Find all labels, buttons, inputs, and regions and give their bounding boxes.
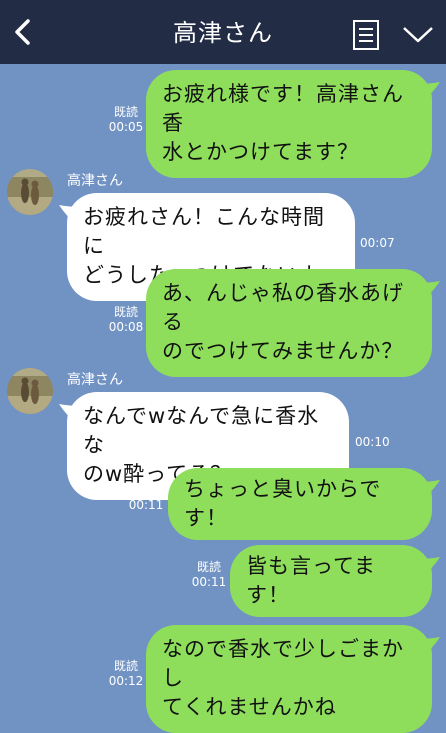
avatar[interactable] [7, 169, 53, 215]
chevron-down-icon [403, 27, 433, 43]
message-text: お疲れ様です！高津さん香 [162, 82, 404, 135]
read-status: 既読 00:11 [191, 560, 227, 590]
bubble-tail [59, 205, 83, 225]
message-text: なんでwなんで急に香水な [83, 404, 320, 457]
message-text: お疲れさん！こんな時間に [83, 205, 325, 258]
read-status: 既読 00:11 [128, 483, 164, 513]
message-time: 00:10 [355, 435, 390, 449]
message-time: 00:08 [108, 320, 144, 334]
message-text: なので香水で少しごまかし [162, 637, 404, 690]
sender-name: 高津さん [67, 173, 123, 189]
read-status: 既読 00:08 [108, 305, 144, 335]
read-label: 既読 [133, 483, 158, 497]
message-text: ちょっと臭いからです！ [184, 477, 382, 530]
message-text: あ、んじゃ私の香水あげる [162, 281, 404, 334]
meerkat-photo [7, 368, 53, 414]
message-bubble-outgoing[interactable]: ちょっと臭いからです！ [168, 468, 440, 540]
message-bubble-outgoing[interactable]: お疲れ様です！高津さん香 水とかつけてます？ [146, 70, 440, 178]
chat-header: 高津さん [0, 0, 446, 64]
message-bubble-outgoing[interactable]: あ、んじゃ私の香水あげる のでつけてみませんか？ [146, 269, 440, 377]
bubble-tail [416, 557, 440, 577]
message-bubble-outgoing[interactable]: 皆も言ってます！ [230, 545, 440, 617]
bubble-tail [416, 82, 440, 102]
read-label: 既読 [113, 105, 138, 119]
list-menu-icon [353, 20, 379, 50]
message-time: 00:05 [108, 120, 144, 134]
message-time: 00:12 [108, 674, 144, 688]
menu-button[interactable] [351, 19, 381, 51]
message-time: 00:07 [360, 236, 395, 250]
read-status: 既読 00:12 [108, 659, 144, 689]
sender-name: 高津さん [67, 372, 123, 388]
message-text: てくれませんかね [162, 695, 337, 719]
bubble-tail [59, 404, 83, 424]
avatar[interactable] [7, 368, 53, 414]
message-time: 00:11 [191, 575, 227, 589]
meerkat-photo [7, 169, 53, 215]
more-button[interactable] [401, 22, 435, 48]
message-text: のでつけてみませんか？ [162, 339, 404, 363]
message-time: 00:11 [128, 498, 164, 512]
read-label: 既読 [113, 659, 138, 673]
read-status: 既読 00:05 [108, 105, 144, 135]
bubble-tail [416, 480, 440, 500]
bubble-tail [416, 281, 440, 301]
read-label: 既読 [196, 560, 221, 574]
bubble-tail [416, 637, 440, 657]
message-text: 皆も言ってます！ [246, 554, 376, 607]
message-bubble-outgoing[interactable]: なので香水で少しごまかし てくれませんかね [146, 625, 440, 733]
message-text: 水とかつけてます？ [162, 140, 359, 164]
read-label: 既読 [113, 305, 138, 319]
